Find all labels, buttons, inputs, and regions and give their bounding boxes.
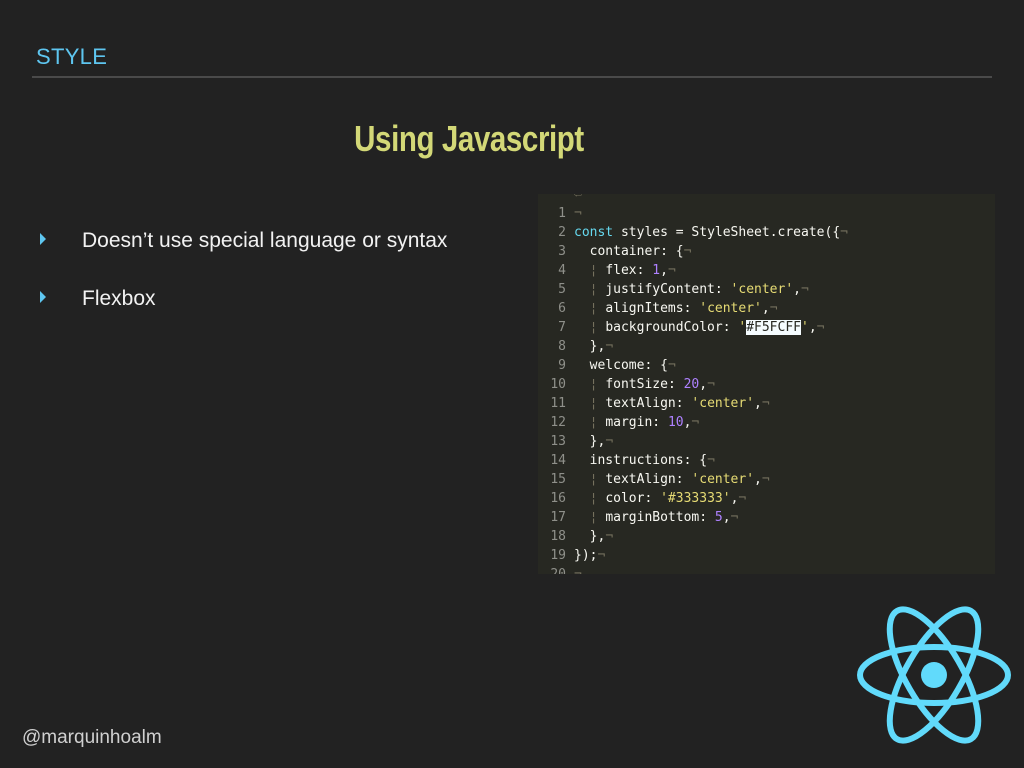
code-line: 5 ¦ justifyContent: 'center',¬ <box>538 280 809 299</box>
line-number: 15 <box>550 472 566 487</box>
author-handle: @marquinhoalm <box>22 727 162 748</box>
code-line: 2 const styles = StyleSheet.create({¬ <box>538 223 848 242</box>
react-logo-icon <box>857 606 1011 744</box>
code-line: 17 ¦ marginBottom: 5,¬ <box>538 508 738 527</box>
code-line: 14 instructions: {¬ <box>538 451 715 470</box>
code-line: 8 },¬ <box>538 337 613 356</box>
bullet-item: Doesn’t use special language or syntax <box>40 226 447 256</box>
section-label: STYLE <box>36 44 108 69</box>
bullet-list: Doesn’t use special language or syntax F… <box>40 226 447 342</box>
code-line: 15 ¦ textAlign: 'center',¬ <box>538 470 769 489</box>
line-number: 16 <box>550 491 566 506</box>
bullet-text: Flexbox <box>82 287 156 310</box>
slide: STYLE Using Javascript Doesn’t use speci… <box>0 0 1024 768</box>
line-number: 11 <box>550 396 566 411</box>
code-line: 9 welcome: {¬ <box>538 356 676 375</box>
line-number: 4 <box>558 263 566 278</box>
code-line: 18 },¬ <box>538 527 613 546</box>
line-number: 2 <box>558 225 566 240</box>
line-number: 3 <box>558 244 566 259</box>
line-number: 18 <box>550 529 566 544</box>
code-screenshot: ⏎ 1 ¬ 2 const styles = StyleSheet.create({¬ 3… <box>538 194 995 574</box>
bullet-triangle-icon <box>40 291 46 303</box>
code-line: 6 ¦ alignItems: 'center',¬ <box>538 299 777 318</box>
header-divider <box>32 76 992 78</box>
line-number: 17 <box>550 510 566 525</box>
code-line: 4 ¦ flex: 1,¬ <box>538 261 676 280</box>
code-line: 3 container: {¬ <box>538 242 691 261</box>
line-number: 12 <box>550 415 566 430</box>
line-number: 10 <box>550 377 566 392</box>
line-number: 19 <box>550 548 566 563</box>
line-number: 5 <box>558 282 566 297</box>
line-number: 14 <box>550 453 566 468</box>
code-line: ⏎ <box>574 194 582 202</box>
line-number: 7 <box>558 320 566 335</box>
line-number: 9 <box>558 358 566 373</box>
slide-title: Using Javascript <box>354 118 584 159</box>
code-line: 11 ¦ textAlign: 'center',¬ <box>538 394 769 413</box>
code-line: 12 ¦ margin: 10,¬ <box>538 413 699 432</box>
code-line: 19});¬ <box>538 546 605 565</box>
code-line: 10 ¦ fontSize: 20,¬ <box>538 375 715 394</box>
bullet-item: Flexbox <box>40 284 447 314</box>
bullet-triangle-icon <box>40 233 46 245</box>
code-line: 20¬ <box>538 565 581 574</box>
code-line: 1 ¬ <box>538 204 582 223</box>
line-number: 13 <box>550 434 566 449</box>
line-number: 1 <box>558 206 566 221</box>
code-line: 13 },¬ <box>538 432 613 451</box>
line-number: 20 <box>538 565 566 574</box>
code-line: 16 ¦ color: '#333333',¬ <box>538 489 746 508</box>
line-number: 6 <box>558 301 566 316</box>
code-line: 7 ¦ backgroundColor: '#F5FCFF',¬ <box>538 318 824 337</box>
line-number: 8 <box>558 339 566 354</box>
bullet-text: Doesn’t use special language or syntax <box>82 229 448 252</box>
